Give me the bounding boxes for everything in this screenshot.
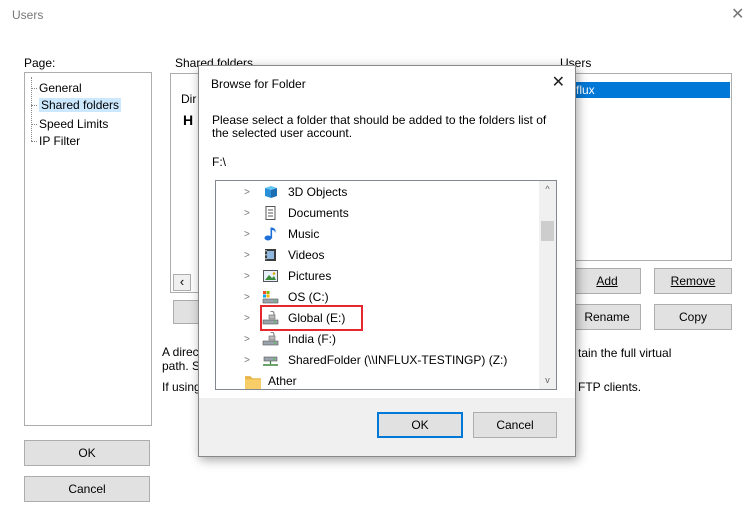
folder-label: Pictures	[288, 269, 332, 283]
add-folder-button[interactable]	[173, 300, 200, 324]
folder-label: Ather	[268, 374, 297, 388]
close-icon[interactable]: ✕	[731, 4, 744, 24]
users-list[interactable]: flux	[570, 73, 732, 261]
remove-user-button[interactable]: Remove	[654, 268, 732, 294]
pictures-icon	[263, 270, 278, 282]
ok-button[interactable]: OK	[24, 440, 150, 466]
vertical-scrollbar[interactable]: ^ v	[539, 181, 556, 389]
remove-user-label: Remove	[670, 274, 716, 288]
scrollbar-thumb[interactable]	[541, 221, 554, 241]
page-tree: General Shared folders Speed Limits IP F…	[24, 72, 152, 426]
folder-item-music[interactable]: > Music	[216, 224, 536, 244]
folder-item-documents[interactable]: > Documents	[216, 203, 536, 223]
drive-icon	[262, 291, 279, 304]
folder-item-3d-objects[interactable]: > 3D Objects	[216, 182, 536, 202]
page-label: Page:	[24, 56, 56, 70]
folder-tree[interactable]: > 3D Objects > Documents > Music > Video…	[215, 180, 557, 390]
dialog-body: Please select a folder that should be ad…	[199, 100, 575, 456]
page-item-shared-folders[interactable]: Shared folders	[30, 98, 122, 112]
browse-for-folder-dialog: Browse for Folder ✕ Please select a fold…	[198, 65, 576, 457]
expand-chevron-icon[interactable]: >	[244, 229, 250, 240]
3d-objects-icon	[265, 186, 277, 198]
network-drive-icon	[263, 356, 278, 366]
folder-label: SharedFolder (\\INFLUX-TESTINGP) (Z:)	[288, 353, 508, 367]
folder-icon	[245, 376, 261, 389]
scroll-left-icon[interactable]: ‹	[173, 274, 191, 291]
expand-chevron-icon[interactable]: >	[244, 334, 250, 345]
folder-label: Documents	[288, 206, 349, 220]
folder-label: 3D Objects	[288, 185, 348, 199]
annotation-highlight	[260, 305, 363, 331]
shared-folders-home-mark: H	[183, 112, 194, 128]
dialog-cancel-button[interactable]: Cancel	[473, 412, 557, 438]
folder-item-os-c[interactable]: > OS (C:)	[216, 287, 536, 307]
expand-chevron-icon[interactable]: >	[244, 208, 250, 219]
expand-chevron-icon[interactable]: >	[244, 355, 250, 366]
copy-user-button[interactable]: Copy	[654, 304, 732, 330]
folder-label: OS (C:)	[288, 290, 329, 304]
page-item-speed-limits[interactable]: Speed Limits	[30, 117, 108, 131]
videos-icon	[265, 249, 276, 261]
folder-item-videos[interactable]: > Videos	[216, 245, 536, 265]
scroll-down-icon[interactable]: v	[539, 372, 556, 389]
folder-item-ather[interactable]: Ather	[216, 371, 536, 389]
expand-chevron-icon[interactable]: >	[244, 187, 250, 198]
tree-connector	[31, 77, 32, 141]
documents-icon	[265, 206, 276, 220]
folder-label: Videos	[288, 248, 325, 262]
dialog-ok-button[interactable]: OK	[377, 412, 463, 438]
selected-path: F:\	[212, 155, 226, 169]
add-user-label: Add	[596, 274, 618, 288]
shared-folders-desc-line3: If using	[162, 380, 201, 394]
page-item-general[interactable]: General	[31, 81, 82, 95]
copy-user-label: Copy	[678, 310, 707, 324]
window-title: Users	[12, 8, 44, 22]
dialog-description: Please select a folder that should be ad…	[212, 113, 547, 140]
dialog-close-icon[interactable]: ✕	[552, 72, 565, 92]
folder-item-shared-z[interactable]: > SharedFolder (\\INFLUX-TESTINGP) (Z:)	[216, 350, 536, 370]
dialog-footer: OK Cancel	[199, 398, 575, 456]
add-user-button[interactable]: Add	[573, 268, 641, 294]
cancel-button[interactable]: Cancel	[24, 476, 150, 502]
page-item-ip-filter[interactable]: IP Filter	[30, 134, 80, 148]
drive-icon	[262, 332, 279, 346]
expand-chevron-icon[interactable]: >	[244, 313, 250, 324]
rename-user-button[interactable]: Rename	[573, 304, 641, 330]
scroll-up-icon[interactable]: ^	[539, 181, 556, 198]
shared-folders-column-header: Dir	[181, 92, 197, 106]
dialog-title: Browse for Folder	[211, 77, 306, 91]
music-icon	[264, 227, 276, 241]
folder-label: Music	[288, 227, 320, 241]
expand-chevron-icon[interactable]: >	[244, 250, 250, 261]
folder-label: India (F:)	[288, 332, 337, 346]
expand-chevron-icon[interactable]: >	[244, 292, 250, 303]
shared-folders-desc-line2: path. S	[162, 359, 201, 373]
folder-item-india-f[interactable]: > India (F:)	[216, 329, 536, 349]
folder-item-pictures[interactable]: > Pictures	[216, 266, 536, 286]
dialog-titlebar: Browse for Folder ✕	[199, 66, 575, 100]
expand-chevron-icon[interactable]: >	[244, 271, 250, 282]
rename-user-label: Rename	[584, 310, 630, 324]
shared-folders-desc-line1: A direc	[162, 345, 199, 359]
shared-folders-desc-line1-right: tain the full virtual	[578, 346, 672, 360]
user-item-selected[interactable]: flux	[570, 82, 730, 98]
shared-folders-desc-line3-right: FTP clients.	[578, 380, 642, 394]
